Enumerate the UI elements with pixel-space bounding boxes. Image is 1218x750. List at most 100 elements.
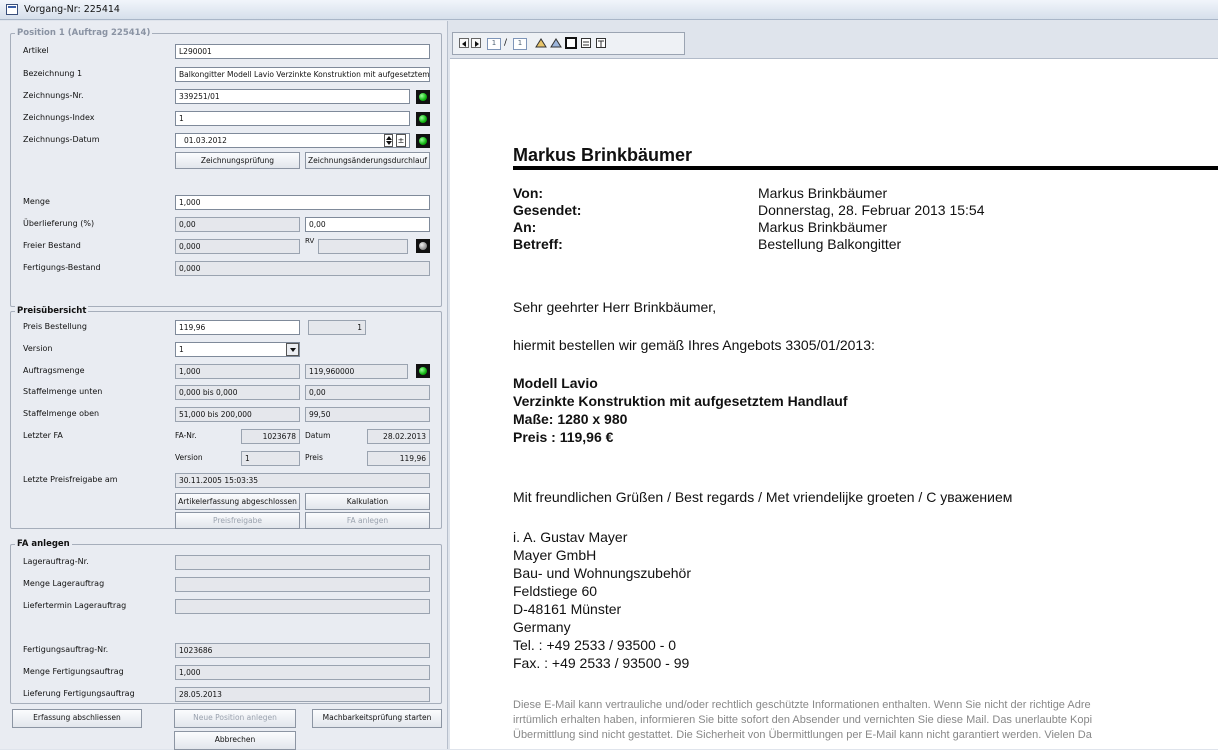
email-closing: Mit freundlichen Grüßen / Best regards /…	[513, 489, 1013, 505]
von-key: Von:	[513, 185, 544, 201]
ueberlieferung-label: Überlieferung (%)	[23, 219, 95, 228]
fertigungs-bestand-label: Fertigungs-Bestand	[23, 263, 101, 272]
preisfreigabe-button[interactable]: Preisfreigabe	[175, 512, 300, 529]
zeichnungsnr-label: Zeichnungs-Nr.	[23, 91, 84, 100]
zeichnungsindex-label: Zeichnungs-Index	[23, 113, 95, 122]
rotate-right-icon[interactable]	[550, 37, 562, 49]
preis-legend: Preisübersicht	[15, 306, 89, 316]
prev-page-icon[interactable]	[459, 38, 469, 48]
fa-nr-field: 1023678	[241, 429, 300, 444]
email-greeting: Sehr geehrter Herr Brinkbäumer,	[513, 299, 717, 315]
zeichnungsaenderung-button[interactable]: Zeichnungsänderungsdurchlauf	[305, 152, 430, 169]
preis-bestellung-field[interactable]: 119,96	[175, 320, 300, 335]
date-plusminus-icon[interactable]: ±	[396, 134, 406, 147]
zeichnungsnr-status-led-icon	[416, 90, 430, 104]
actual-size-icon[interactable]	[595, 37, 607, 49]
window-title: Vorgang-Nr: 225414	[24, 4, 120, 15]
artikel-label: Artikel	[23, 46, 49, 55]
freier-bestand-label: Freier Bestand	[23, 241, 81, 250]
zeichnungsnr-field[interactable]: 339251/01	[175, 89, 410, 104]
position-group: Position 1 (Auftrag 225414) Artikel L290…	[10, 28, 442, 307]
next-page-icon[interactable]	[471, 38, 481, 48]
title-bar: Vorgang-Nr: 225414	[0, 0, 1218, 20]
position-legend: Position 1 (Auftrag 225414)	[15, 28, 153, 38]
fa-datum-field: 28.02.2013	[367, 429, 430, 444]
fa-legend: FA anlegen	[15, 539, 72, 549]
lieferung-fertigungsauftrag-label: Lieferung Fertigungsauftrag	[23, 689, 135, 698]
kalkulation-button[interactable]: Kalkulation	[305, 493, 430, 510]
machbarkeitspruefung-button[interactable]: Machbarkeitsprüfung starten	[312, 709, 442, 728]
zeichnungsindex-status-led-icon	[416, 112, 430, 126]
signature-line-1: i. A. Gustav Mayer	[513, 529, 628, 545]
staffel-unten-label: Staffelmenge unten	[23, 387, 103, 396]
fa-nr-label: FA-Nr.	[175, 431, 197, 440]
erfassung-abschliessen-button[interactable]: Erfassung abschliessen	[12, 709, 142, 728]
fa-version-field: 1	[241, 451, 300, 466]
preis-bestellung-count: 1	[308, 320, 366, 335]
fa-anlegen-group: FA anlegen Lagerauftrag-Nr. Menge Lagera…	[10, 539, 442, 704]
freier-bestand-field: 0,000	[175, 239, 300, 254]
signature-tel: Tel. : +49 2533 / 93500 - 0	[513, 637, 677, 653]
email-document: Markus Brinkbäumer Von: Markus Brinkbäum…	[450, 60, 1218, 749]
fertigungsauftrag-nr-label: Fertigungsauftrag-Nr.	[23, 645, 109, 654]
staffel-unten-field: 0,000 bis 0,000	[175, 385, 300, 400]
zeichnungspruefung-button[interactable]: Zeichnungsprüfung	[175, 152, 300, 169]
an-key: An:	[513, 219, 537, 235]
auftragsmenge-status-led-icon	[416, 364, 430, 378]
document-viewer: 1 / 1 Markus Brinkbäumer Von: Markus Bri…	[450, 21, 1218, 749]
artikelerfassung-abgeschlossen-button[interactable]: Artikelerfassung abgeschlossen	[175, 493, 300, 510]
gesendet-value: Donnerstag, 28. Februar 2013 15:54	[758, 202, 985, 218]
letzte-preisfreigabe-label: Letzte Preisfreigabe am	[23, 475, 118, 484]
signature-line-5: D-48161 Münster	[513, 601, 622, 617]
staffel-unten-preis-field: 0,00	[305, 385, 430, 400]
fa-version-label: Version	[175, 453, 203, 462]
menge-label: Menge	[23, 197, 50, 206]
disclaimer-line-3: Übermittlung sind nicht gestattet. Die S…	[513, 729, 1092, 741]
artikel-field[interactable]: L290001	[175, 44, 430, 59]
rv-label: RV	[305, 237, 315, 245]
heading-rule	[513, 166, 1218, 170]
order-line-2: Verzinkte Konstruktion mit aufgesetztem …	[513, 393, 848, 409]
fertigungsauftrag-nr-field: 1023686	[175, 643, 430, 658]
lagerauftrag-nr-label: Lagerauftrag-Nr.	[23, 557, 89, 566]
page-separator: /	[504, 38, 508, 48]
preis-bestellung-label: Preis Bestellung	[23, 322, 87, 331]
signature-line-4: Feldstiege 60	[513, 583, 598, 599]
zeichnungsindex-field[interactable]: 1	[175, 111, 410, 126]
zeichnungsdatum-field[interactable]: 01.03.2012	[175, 133, 410, 148]
fit-page-icon[interactable]	[565, 37, 577, 49]
version-select[interactable]: 1	[175, 342, 300, 357]
viewer-tool-group: 1 / 1	[452, 32, 685, 55]
lagerauftrag-nr-field	[175, 555, 430, 570]
betreff-value: Bestellung Balkongitter	[758, 236, 902, 252]
fa-anlegen-button[interactable]: FA anlegen	[305, 512, 430, 529]
menge-fertigungsauftrag-label: Menge Fertigungsauftrag	[23, 667, 124, 676]
menge-lagerauftrag-field	[175, 577, 430, 592]
date-spin-icon[interactable]	[384, 134, 393, 147]
email-sender-heading: Markus Brinkbäumer	[513, 145, 693, 165]
menge-field[interactable]: 1,000	[175, 195, 430, 210]
rotate-left-icon[interactable]	[535, 37, 547, 49]
current-page-field[interactable]: 1	[487, 38, 501, 50]
viewer-toolbar: 1 / 1	[450, 21, 1218, 59]
signature-line-2: Mayer GmbH	[513, 547, 597, 563]
zeichnungsdatum-status-led-icon	[416, 134, 430, 148]
auftragsmenge-preis-field: 119,960000	[305, 364, 408, 379]
staffel-oben-preis-field: 99,50	[305, 407, 430, 422]
chevron-down-icon[interactable]	[286, 343, 299, 356]
window-icon	[6, 4, 18, 15]
liefertermin-lagerauftrag-field	[175, 599, 430, 614]
liefertermin-lagerauftrag-label: Liefertermin Lagerauftrag	[23, 601, 127, 610]
auftragsmenge-label: Auftragsmenge	[23, 366, 85, 375]
signature-line-3: Bau- und Wohnungszubehör	[513, 565, 691, 581]
fit-width-icon[interactable]	[580, 37, 592, 49]
fertigungs-bestand-field: 0,000	[175, 261, 430, 276]
abbrechen-button[interactable]: Abbrechen	[174, 731, 296, 750]
letzter-fa-label: Letzter FA	[23, 431, 63, 440]
ueberlieferung-field-2[interactable]: 0,00	[305, 217, 430, 232]
neue-position-button[interactable]: Neue Position anlegen	[174, 709, 296, 728]
gesendet-key: Gesendet:	[513, 202, 582, 218]
order-line-4: Preis : 119,96 €	[513, 429, 614, 445]
staffel-oben-label: Staffelmenge oben	[23, 409, 100, 418]
bezeichnung-field[interactable]: Balkongitter Modell Lavio Verzinkte Kons…	[175, 67, 430, 82]
